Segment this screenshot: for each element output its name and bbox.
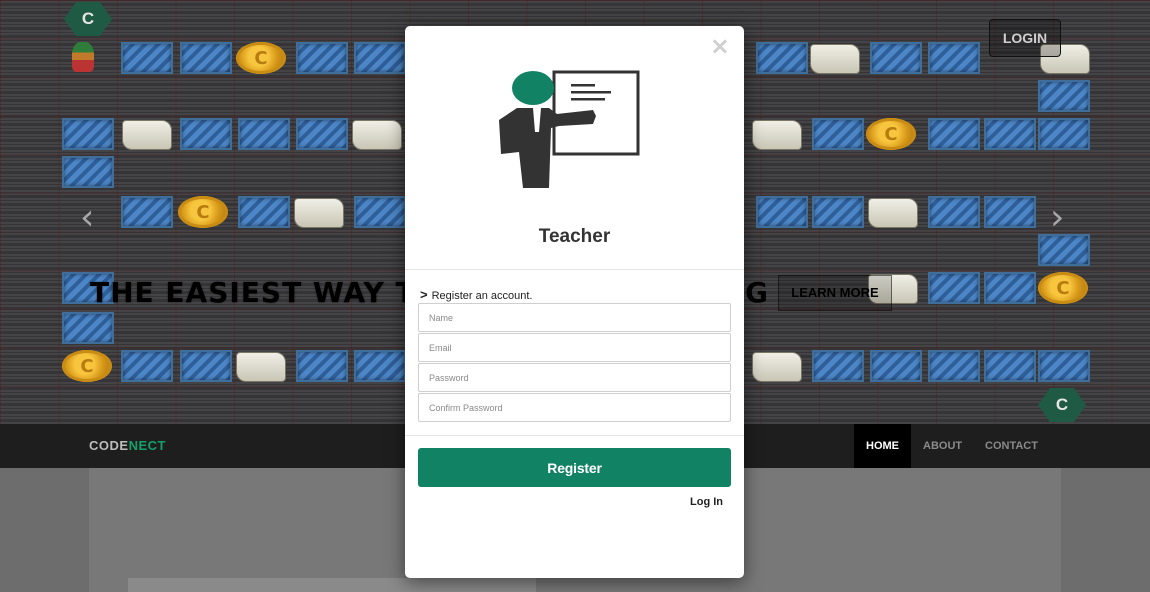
- chevron-right-icon: >: [420, 287, 428, 302]
- divider: [405, 435, 744, 436]
- confirm-password-field[interactable]: [418, 393, 731, 422]
- register-modal: × Teacher >Register an account. Register…: [405, 26, 744, 578]
- register-button[interactable]: Register: [418, 448, 731, 487]
- login-link[interactable]: Log In: [690, 496, 723, 508]
- email-field[interactable]: [418, 333, 731, 362]
- divider: [405, 269, 744, 270]
- name-field[interactable]: [418, 303, 731, 332]
- form-hint: > Register an account.: [420, 287, 532, 302]
- password-field[interactable]: [418, 363, 731, 392]
- form-hint-text: Register an account.: [431, 290, 533, 302]
- close-icon[interactable]: ×: [710, 34, 730, 58]
- teacher-at-board-icon: [499, 70, 640, 188]
- modal-title: Teacher: [538, 226, 611, 247]
